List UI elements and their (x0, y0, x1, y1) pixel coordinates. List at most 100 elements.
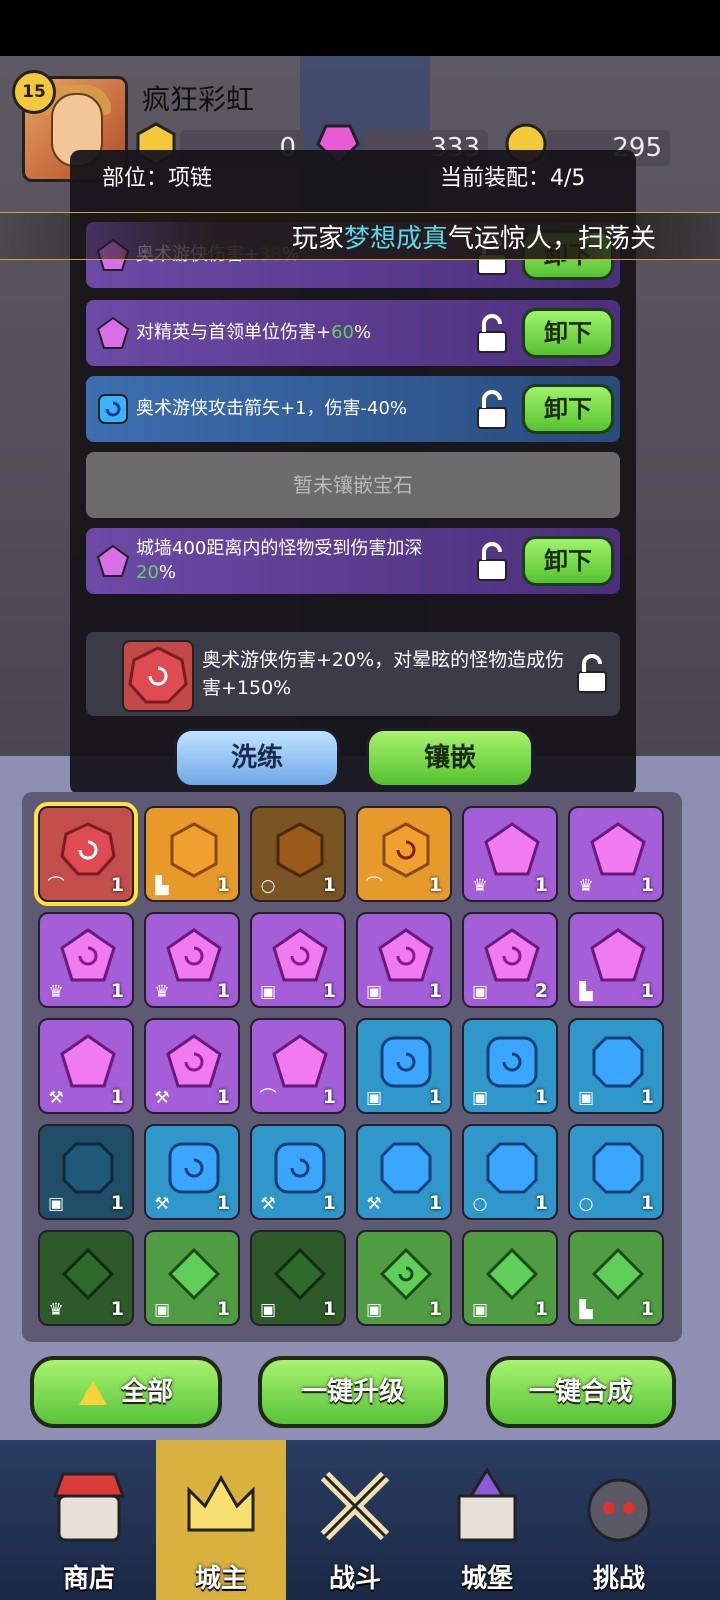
gem-cell[interactable]: ▣ 1 (38, 1124, 134, 1220)
gem-effect-text: 奥术游侠攻击箭矢+1，伤害-40% (136, 398, 408, 419)
triangle-icon (78, 1380, 107, 1405)
gem-cell[interactable]: ⚒ 1 (144, 1018, 240, 1114)
gem-cell[interactable]: ♛ 1 (462, 806, 558, 902)
gem-cell[interactable]: ⌒ 1 (356, 806, 452, 902)
unlock-icon[interactable] (474, 390, 510, 430)
status-bar (0, 0, 720, 56)
shop-icon (52, 1472, 126, 1542)
armor-icon: ▣ (259, 1300, 277, 1320)
gem-cell[interactable]: ▣ 1 (144, 1230, 240, 1326)
nav-challenge[interactable]: 挑战 (554, 1440, 684, 1600)
gem-cell[interactable]: ▣ 1 (462, 1018, 558, 1114)
unload-button[interactable]: 卸下 (522, 536, 614, 586)
gem-effect-text: 对精英与首领单位伤害+ 60% (136, 322, 372, 343)
gem-cell[interactable]: ▣ 1 (250, 912, 346, 1008)
gem-cell[interactable]: ▙ 1 (568, 1230, 664, 1326)
unlock-icon[interactable] (574, 654, 610, 694)
gem-cell[interactable]: ▣ 2 (462, 912, 558, 1008)
gem-cell[interactable]: ▙ 1 (568, 912, 664, 1008)
gem-cell[interactable]: ▣ 1 (356, 1018, 452, 1114)
purple-gem-icon (96, 316, 130, 349)
gem-cell[interactable]: ⌒ 1 (250, 1018, 346, 1114)
bow-icon: ⌒ (365, 876, 383, 896)
gem-cell[interactable]: ▣ 1 (462, 1230, 558, 1326)
filter-all-button[interactable]: 全部 (30, 1356, 222, 1428)
empty-slot-text: 暂未镶嵌宝石 (293, 473, 413, 497)
inlay-button[interactable]: 镶嵌 (366, 728, 534, 788)
nav-shop[interactable]: 商店 (24, 1440, 154, 1600)
gem-cell[interactable]: ♛ 1 (144, 912, 240, 1008)
player-level-badge: 15 (12, 70, 56, 114)
bow-icon: ⌒ (259, 1088, 277, 1108)
bow-icon: ⌒ (47, 876, 65, 896)
gem-cell[interactable]: ▣ 1 (356, 912, 452, 1008)
boot-icon: ▙ (155, 876, 169, 896)
nav-lord[interactable]: 城主 (156, 1440, 286, 1600)
gem-cell[interactable]: ♛ 1 (38, 912, 134, 1008)
crown-icon: ♛ (48, 982, 64, 1002)
nav-battle[interactable]: 战斗 (290, 1440, 420, 1600)
boot-icon: ▙ (579, 1300, 593, 1320)
selected-gem-text: 奥术游侠伤害+20%，对晕眩的怪物造成伤害+150% (202, 649, 565, 699)
armor-icon: ▣ (365, 982, 383, 1002)
gem-cell[interactable]: ▣ 1 (250, 1230, 346, 1326)
castle-icon (457, 1467, 517, 1542)
unlock-icon[interactable] (474, 314, 510, 354)
gem-cell[interactable]: ○ 1 (462, 1124, 558, 1220)
unload-button[interactable]: 卸下 (522, 384, 614, 434)
purple-gem-icon (96, 544, 130, 577)
gem-slot-row: 奥术游侠攻击箭矢+1，伤害-40% 卸下 (86, 376, 620, 442)
nav-castle[interactable]: 城堡 (422, 1440, 552, 1600)
gem-cell[interactable]: ⚒ 1 (250, 1124, 346, 1220)
gem-cell[interactable]: ♛ 1 (38, 1230, 134, 1326)
gem-effect-text: 城墙400距离内的怪物受到伤害加深 20% (136, 538, 423, 583)
empty-gem-slot[interactable]: 暂未镶嵌宝石 (86, 452, 620, 518)
axe-icon: ⚒ (154, 1088, 170, 1108)
swords-icon (320, 1471, 390, 1541)
gem-slot-row: 对精英与首领单位伤害+ 60% 卸下 (86, 300, 620, 366)
gem-cell[interactable]: ⚒ 1 (144, 1124, 240, 1220)
gem-cell[interactable]: ○ 1 (568, 1124, 664, 1220)
equip-count: 当前装配：4/5 (440, 166, 586, 191)
gem-cell[interactable]: ⚒ 1 (356, 1124, 452, 1220)
gem-grid: ⌒ 1 ▙ 1 ○ 1 ⌒ 1 ♛ 1 ♛ 1 ♛ 1 ♛ 1 ▣ 1 ▣ 1 ▣ 2 ▙ 1 ⚒ 1 ⚒… (22, 792, 682, 1342)
one-click-merge-button[interactable]: 一键合成 (486, 1356, 676, 1428)
armor-icon: ▣ (365, 1088, 383, 1108)
gem-cell[interactable]: ⚒ 1 (38, 1018, 134, 1114)
demon-icon (587, 1478, 651, 1542)
refine-button[interactable]: 洗练 (174, 728, 340, 788)
armor-icon: ▣ (259, 982, 277, 1002)
armor-icon: ▣ (577, 1088, 595, 1108)
ring-icon: ○ (472, 1194, 488, 1214)
gem-cell[interactable]: ♛ 1 (568, 806, 664, 902)
red-gem-icon (122, 640, 194, 712)
axe-icon: ⚒ (260, 1194, 276, 1214)
gem-cell[interactable]: ⌒ 1 (34, 802, 138, 906)
axe-icon: ⚒ (154, 1194, 170, 1214)
boot-icon: ▙ (579, 982, 593, 1002)
one-click-upgrade-button[interactable]: 一键升级 (258, 1356, 448, 1428)
gem-cell[interactable]: ▣ 1 (568, 1018, 664, 1114)
crown-icon: ♛ (154, 982, 170, 1002)
gem-cell[interactable]: ▣ 1 (356, 1230, 452, 1326)
ring-icon: ○ (260, 876, 276, 896)
gem-cell[interactable]: ○ 1 (250, 806, 346, 902)
armor-icon: ▣ (471, 982, 489, 1002)
announcement-text: 玩家梦想成真气运惊人，扫荡关 (292, 224, 657, 254)
player-name: 疯狂彩虹 (142, 83, 255, 116)
armor-icon: ▣ (153, 1300, 171, 1320)
armor-icon: ▣ (471, 1300, 489, 1320)
unload-button[interactable]: 卸下 (522, 308, 614, 358)
crown-icon (187, 1474, 255, 1532)
crown-icon: ♛ (472, 876, 488, 896)
axe-icon: ⚒ (366, 1194, 382, 1214)
crown-icon: ♛ (578, 876, 594, 896)
armor-icon: ▣ (365, 1300, 383, 1320)
slot-label: 部位：项链 (102, 166, 213, 191)
ring-icon: ○ (578, 1194, 594, 1214)
axe-icon: ⚒ (48, 1088, 64, 1108)
blue-gem-icon (98, 394, 128, 424)
gem-cell[interactable]: ▙ 1 (144, 806, 240, 902)
armor-icon: ▣ (47, 1194, 65, 1214)
unlock-icon[interactable] (474, 542, 510, 582)
